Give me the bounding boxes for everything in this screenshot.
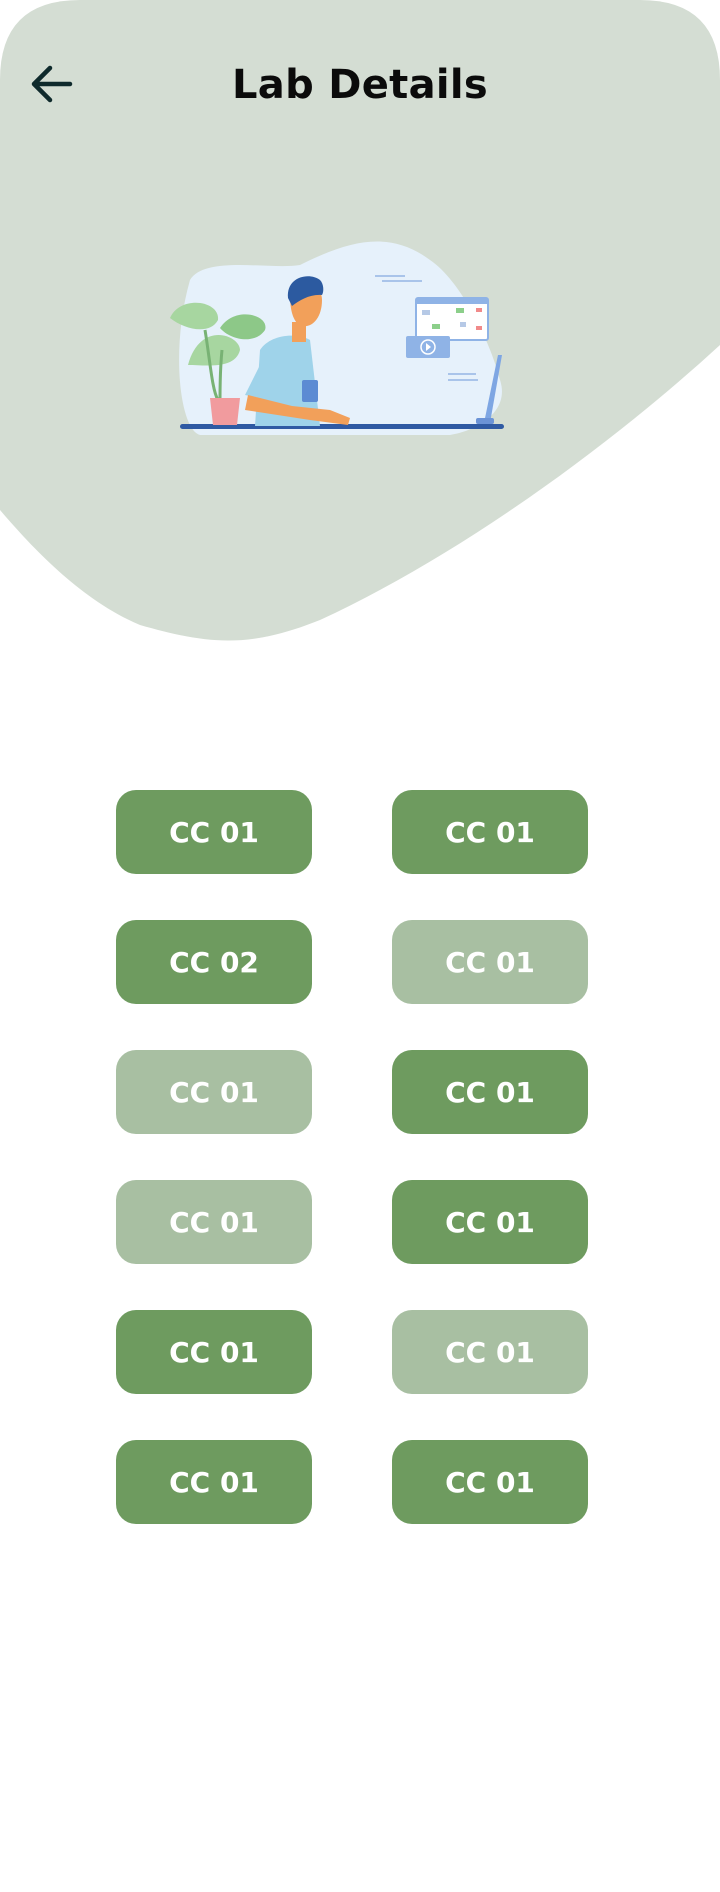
- lab-button[interactable]: CC 01: [392, 1180, 588, 1264]
- lab-button[interactable]: CC 01: [392, 1310, 588, 1394]
- lab-button[interactable]: CC 01: [116, 1180, 312, 1264]
- lab-button[interactable]: CC 01: [116, 1050, 312, 1134]
- lab-button[interactable]: CC 01: [392, 790, 588, 874]
- lab-details-screen: Lab Details CC 01 CC 01 CC 02 CC 01 CC 0…: [0, 0, 720, 1892]
- page-title: Lab Details: [231, 62, 488, 108]
- lab-button[interactable]: CC 01: [392, 1440, 588, 1524]
- lab-button[interactable]: CC 01: [116, 1440, 312, 1524]
- lab-button[interactable]: CC 01: [116, 790, 312, 874]
- lab-grid: CC 01 CC 01 CC 02 CC 01 CC 01 CC 01 CC 0…: [116, 790, 588, 1524]
- lab-button[interactable]: CC 01: [392, 920, 588, 1004]
- lab-button[interactable]: CC 01: [392, 1050, 588, 1134]
- lab-button[interactable]: CC 01: [116, 1310, 312, 1394]
- person-at-computer-illustration: [170, 241, 504, 435]
- lab-button[interactable]: CC 02: [116, 920, 312, 1004]
